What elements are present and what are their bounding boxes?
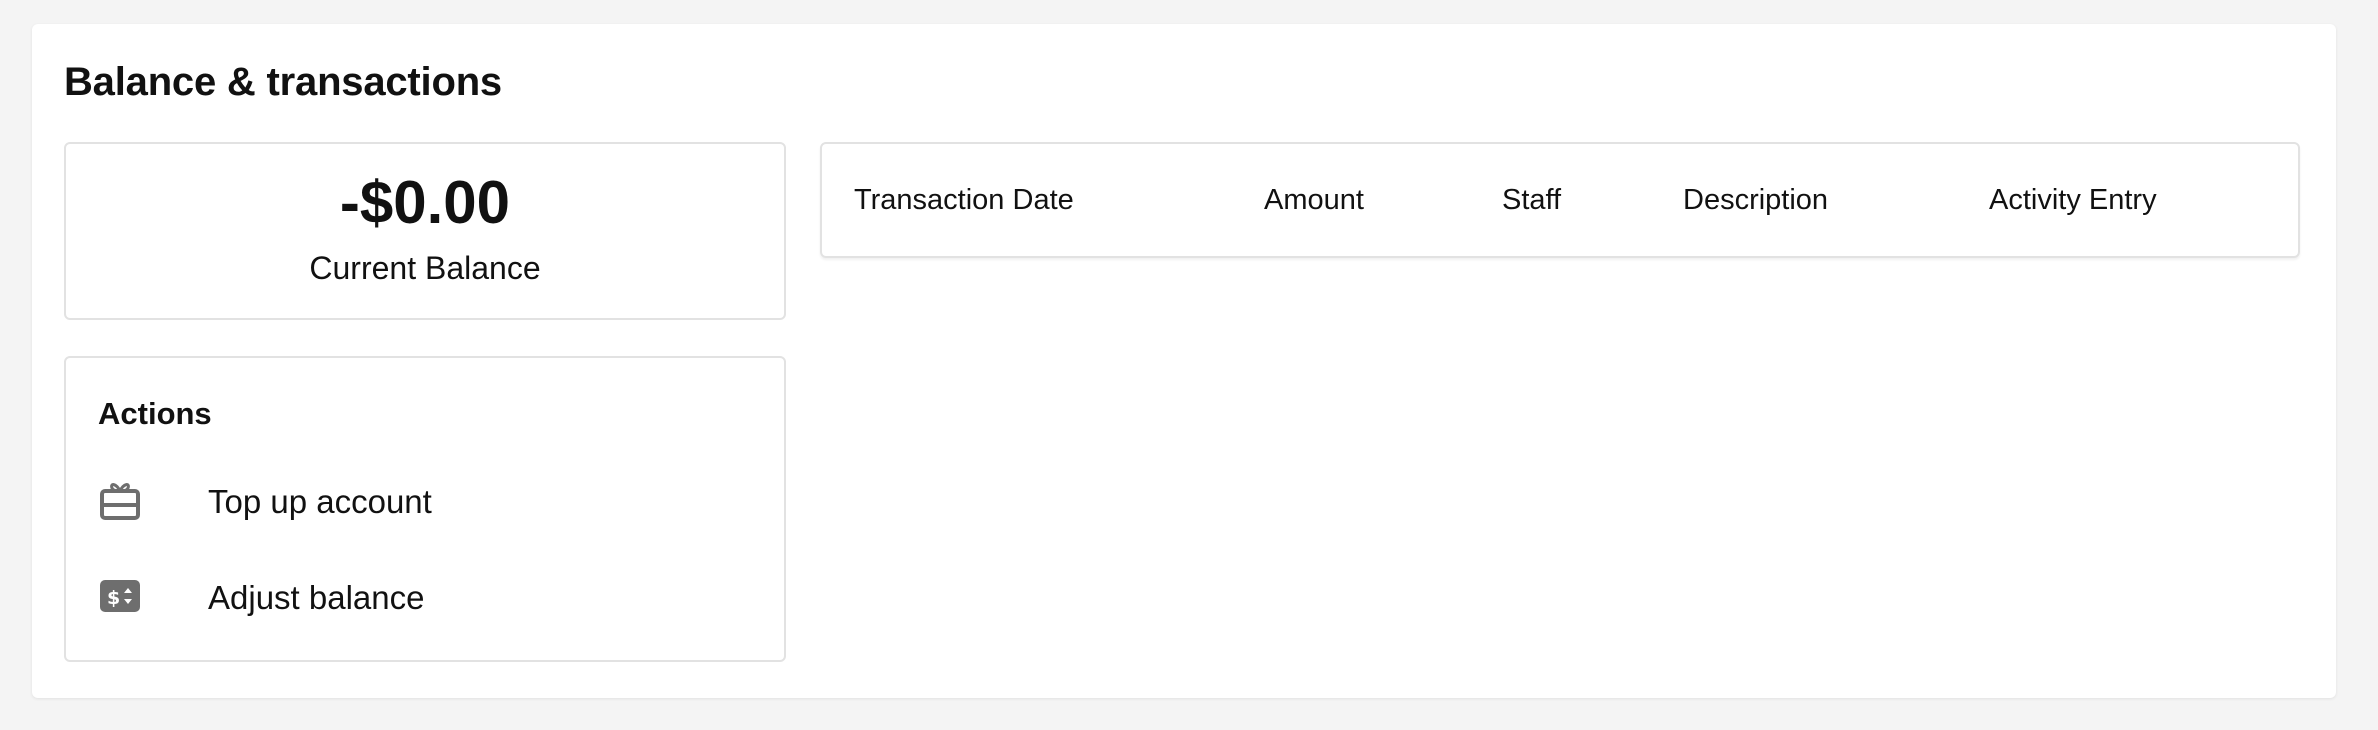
balance-label: Current Balance bbox=[309, 250, 541, 286]
column-header-staff[interactable]: Staff bbox=[1502, 184, 1561, 217]
actions-panel: Actions Top up account $ Adjust balance bbox=[64, 356, 786, 662]
adjust-balance-label: Adjust balance bbox=[208, 579, 425, 616]
actions-title: Actions bbox=[98, 396, 212, 431]
column-header-transaction-date[interactable]: Transaction Date bbox=[854, 184, 1074, 217]
top-up-account-button[interactable]: Top up account bbox=[98, 470, 754, 530]
column-header-amount[interactable]: Amount bbox=[1264, 184, 1364, 217]
column-header-activity-entry[interactable]: Activity Entry bbox=[1989, 184, 2157, 217]
column-header-description[interactable]: Description bbox=[1683, 184, 1828, 217]
transactions-table: Transaction Date Amount Staff Descriptio… bbox=[820, 142, 2300, 258]
section-title: Balance & transactions bbox=[64, 60, 502, 104]
balance-amount: -$0.00 bbox=[339, 169, 511, 236]
top-up-account-label: Top up account bbox=[208, 483, 432, 520]
current-balance-panel: -$0.00 Current Balance bbox=[64, 142, 786, 320]
gift-card-icon bbox=[98, 480, 142, 520]
balance-transactions-card: Balance & transactions -$0.00 Current Ba… bbox=[32, 24, 2336, 698]
svg-text:$: $ bbox=[107, 587, 120, 609]
dollar-adjust-icon: $ bbox=[98, 576, 142, 616]
adjust-balance-button[interactable]: $ Adjust balance bbox=[98, 566, 754, 626]
